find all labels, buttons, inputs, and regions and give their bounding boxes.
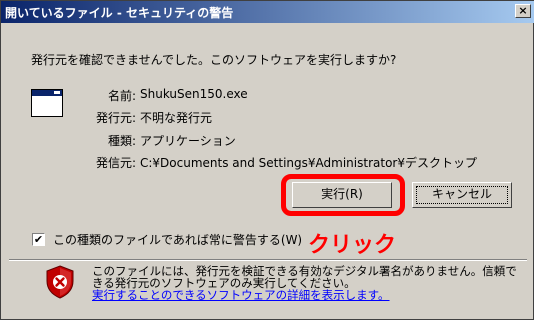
publisher-value: 不明な発行元	[140, 111, 213, 125]
file-name-value: ShukuSen150.exe	[140, 87, 248, 101]
close-button[interactable]: ×	[515, 4, 531, 18]
info-label: 種類:	[107, 134, 136, 148]
info-label: 発行元:	[95, 111, 136, 125]
divider	[9, 259, 527, 261]
highlight-annotation-box	[281, 174, 405, 216]
click-annotation: クリック	[308, 233, 397, 258]
dialog-question: 発行元を確認できませんでした。このソフトウェアを実行しますか?	[31, 53, 397, 67]
close-icon: ×	[518, 4, 528, 17]
cancel-button[interactable]: キャンセル	[412, 182, 512, 208]
details-link[interactable]: 実行することのできるソフトウェアの詳細を表示します。	[92, 289, 517, 301]
checkmark-icon: ✔	[33, 233, 44, 246]
always-warn-label[interactable]: この種類のファイルであれば常に警告する(W)	[53, 231, 302, 248]
source-path-value: C:¥Documents and Settings¥Administrator¥…	[140, 156, 477, 170]
file-type-value: アプリケーション	[140, 134, 236, 148]
security-shield-warning-icon	[46, 265, 74, 299]
always-warn-checkbox[interactable]: ✔	[32, 233, 45, 246]
cancel-button-label: キャンセル	[431, 187, 492, 201]
window-title: 開いているファイル - セキュリティの警告	[5, 6, 234, 20]
warning-message: このファイルには、発行元を検証できる有効なデジタル署名がありません。信頼で きる…	[92, 265, 517, 301]
security-warning-dialog: 開いているファイル - セキュリティの警告 × 発行元を確認できませんでした。こ…	[0, 0, 534, 320]
info-label: 名前:	[107, 89, 136, 103]
info-label: 発信元:	[95, 156, 136, 170]
title-bar[interactable]: 開いているファイル - セキュリティの警告 ×	[1, 1, 534, 23]
